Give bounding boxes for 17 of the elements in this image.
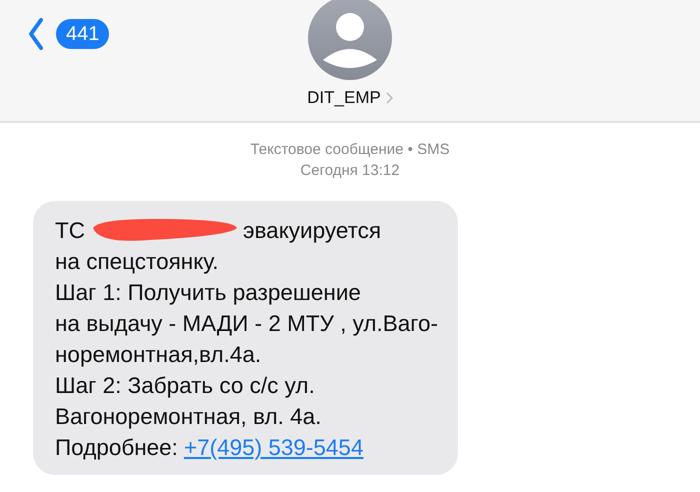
message-text: Шаг 2: Забрать со с/с ул. (55, 372, 315, 400)
avatar-icon[interactable] (308, 0, 392, 80)
message-timestamp: Сегодня 13:12 (300, 162, 400, 179)
phone-link[interactable]: +7(495) 539-5454 (184, 432, 364, 463)
message-text: Подробнее: (55, 434, 178, 462)
message-text: эвакуируется (243, 217, 382, 245)
unread-count-badge[interactable]: 441 (56, 19, 110, 49)
back-chevron-icon[interactable] (28, 17, 44, 51)
contact-name[interactable]: DIT_EMP (307, 88, 381, 108)
message-text: Шаг 1: Получить разрешение (55, 279, 361, 307)
message-text: норемонтная,вл.4а. (55, 341, 262, 369)
message-service-label: Текстовое сообщение • SMS (250, 141, 450, 158)
message-text: на выдачу - МАДИ - 2 МТУ , ул.Ваго- (55, 310, 438, 338)
message-text: ТС (55, 217, 85, 245)
chevron-right-icon[interactable] (386, 92, 393, 104)
message-text: на спецстоянку. (55, 248, 219, 276)
message-text: Вагоноремонтная, вл. 4а. (55, 403, 322, 431)
